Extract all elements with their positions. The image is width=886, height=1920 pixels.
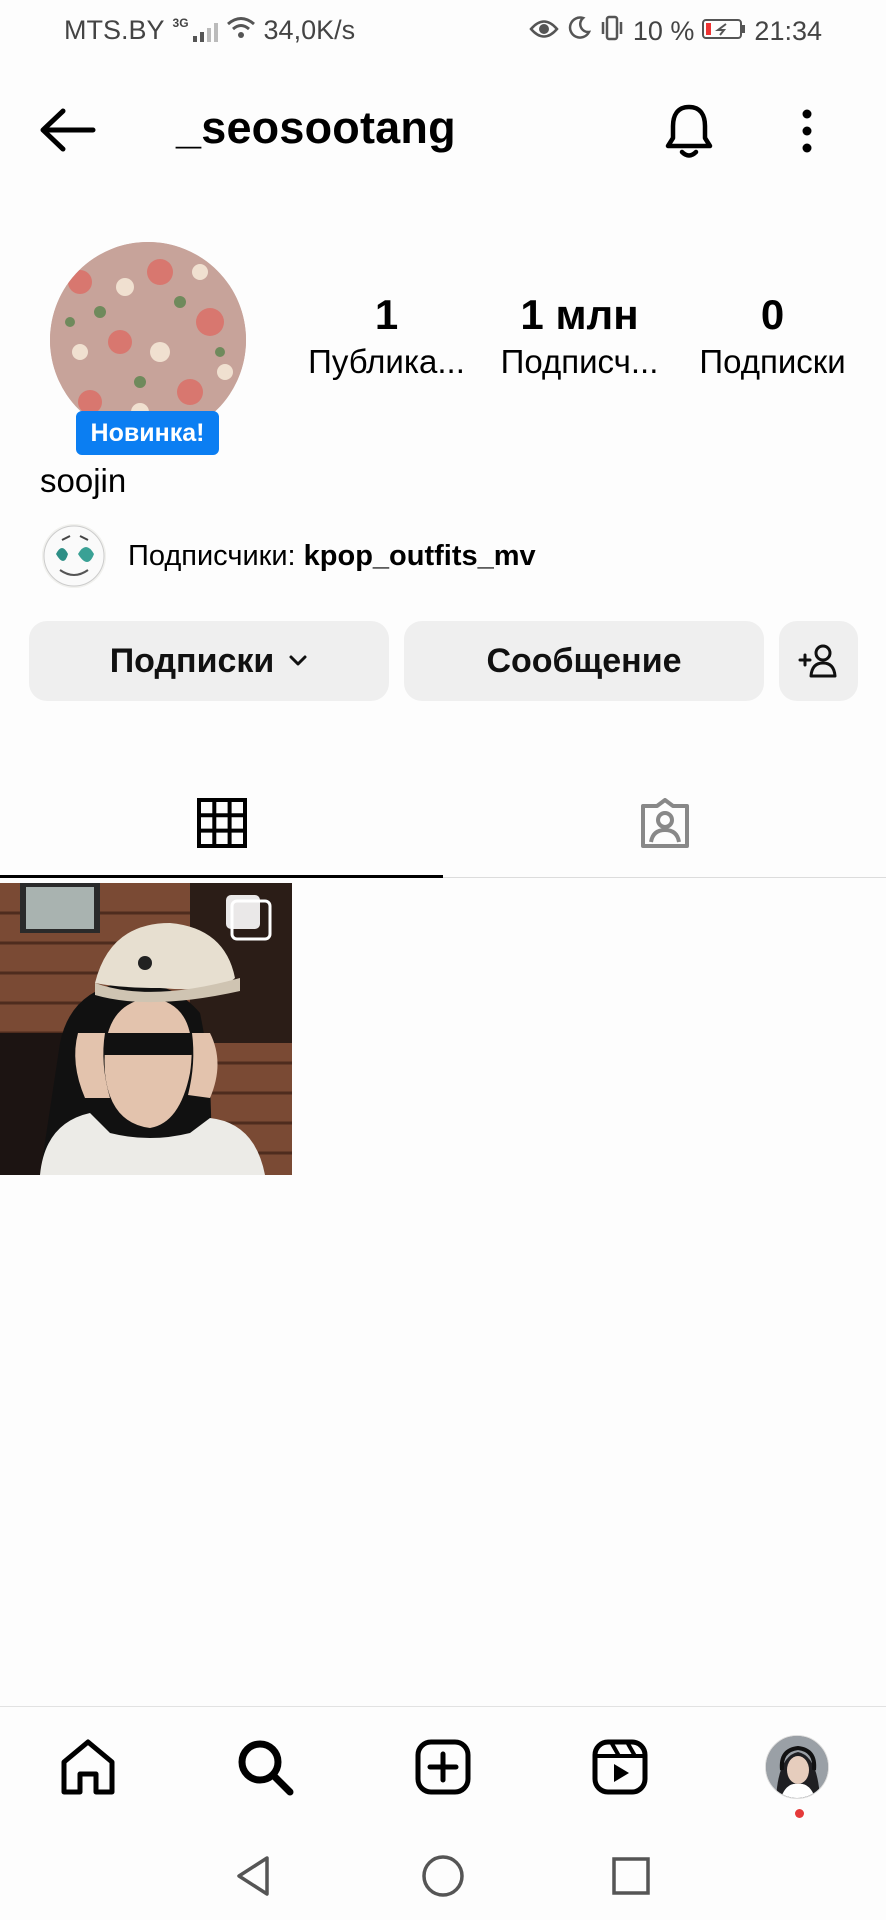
new-badge: Новинка!: [76, 411, 219, 455]
stat-posts[interactable]: 1 Публика...: [290, 290, 483, 384]
notifications-button[interactable]: [658, 98, 720, 164]
stat-value: 0: [760, 291, 785, 338]
profile-avatar-small: [765, 1735, 829, 1799]
status-bar: MTS.BY 3G 34,0K/s 10 % 21:34: [0, 0, 886, 60]
network-type: 3G: [172, 15, 189, 30]
search-icon: [238, 1740, 294, 1796]
system-recents-button[interactable]: [601, 1846, 661, 1906]
stat-value: 1 млн: [520, 291, 639, 338]
nav-profile[interactable]: [757, 1727, 837, 1807]
profile-username: _seosootang: [176, 102, 456, 153]
back-button[interactable]: [36, 102, 100, 158]
system-navigation: [0, 1828, 886, 1920]
tab-posts-grid[interactable]: [0, 770, 443, 878]
tagged-icon: [640, 798, 689, 848]
stat-label: Подписки: [699, 343, 846, 380]
followed-by-prefix: Подписчики:: [128, 539, 304, 572]
profile-stats: 1 Публика... 1 млн Подписч... 0 Подписки: [290, 290, 880, 384]
display-name: soojin: [40, 462, 127, 499]
followed-by[interactable]: Подписчики: kpop_outfits_mv: [42, 524, 536, 588]
profile-header: _seosootang: [0, 80, 886, 180]
post-thumbnail[interactable]: [0, 883, 292, 1175]
more-options-button[interactable]: [780, 98, 834, 164]
grid-icon: [196, 797, 247, 848]
wifi-icon: [226, 15, 256, 46]
carrier-name: MTS.BY: [64, 15, 165, 45]
stat-value: 1: [374, 291, 399, 338]
back-arrow-icon: [40, 108, 96, 152]
create-icon: [415, 1739, 471, 1795]
stat-following[interactable]: 0 Подписки: [676, 290, 869, 384]
nav-create[interactable]: [403, 1727, 483, 1807]
clock: 21:34: [754, 16, 822, 46]
status-right: 10 % 21:34: [529, 15, 822, 48]
network-speed: 34,0K/s: [263, 15, 356, 45]
status-left: MTS.BY 3G 34,0K/s: [64, 15, 355, 46]
vibrate-icon: [599, 15, 625, 48]
nav-search[interactable]: [225, 1727, 305, 1807]
followed-by-user[interactable]: kpop_outfits_mv: [304, 540, 536, 572]
system-back-button[interactable]: [223, 1846, 283, 1906]
triangle-back-icon: [237, 1856, 269, 1896]
following-button[interactable]: Подписки: [29, 621, 389, 701]
stat-label: Публика...: [308, 343, 465, 380]
stat-label: Подписч...: [500, 343, 659, 380]
followed-by-text: Подписчики: kpop_outfits_mv: [128, 540, 536, 573]
nav-reels[interactable]: [580, 1727, 660, 1807]
battery-icon: [702, 16, 746, 47]
add-user-icon: [798, 644, 836, 678]
post-image: [0, 883, 292, 1175]
tab-tagged[interactable]: [443, 770, 886, 878]
bottom-navigation: [0, 1706, 886, 1828]
profile-actions: Подписки Сообщение: [29, 621, 858, 701]
follower-avatar: [42, 524, 106, 588]
notification-dot: [795, 1809, 804, 1818]
circle-home-icon: [422, 1855, 464, 1897]
moon-icon: [567, 16, 591, 47]
bell-icon: [665, 104, 713, 158]
square-recents-icon: [612, 1857, 650, 1895]
battery-level: 10 %: [632, 16, 695, 46]
stat-followers[interactable]: 1 млн Подписч...: [483, 290, 676, 384]
profile-tabs: [0, 770, 886, 878]
suggested-users-button[interactable]: [779, 621, 858, 701]
signal-icon: [192, 20, 218, 42]
reels-icon: [592, 1739, 648, 1795]
profile-avatar[interactable]: [50, 242, 246, 438]
following-label: Подписки: [109, 641, 275, 680]
more-vertical-icon: [802, 109, 812, 153]
eye-icon: [529, 16, 559, 47]
message-button[interactable]: Сообщение: [404, 621, 764, 701]
nav-home[interactable]: [48, 1727, 128, 1807]
chevron-down-icon: [289, 655, 307, 666]
home-icon: [61, 1739, 115, 1795]
system-home-button[interactable]: [413, 1846, 473, 1906]
